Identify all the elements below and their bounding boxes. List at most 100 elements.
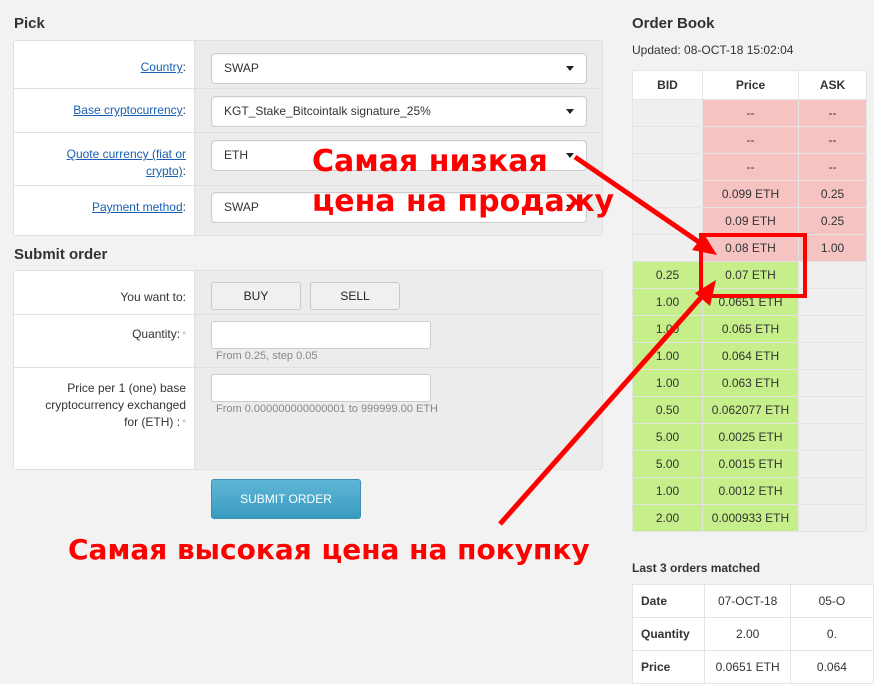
price-cell: -- <box>702 99 799 127</box>
order-book-row: 0.099 ETH 0.25 <box>632 180 867 208</box>
quote-label: Quote currency (fiat or crypto): <box>66 147 186 178</box>
country-select[interactable]: SWAP <box>211 53 587 84</box>
price-cell: 0.0012 ETH <box>702 477 799 505</box>
price-cell: 0.0015 ETH <box>702 450 799 478</box>
quantity-label-text: Quantity: <box>132 327 181 341</box>
want-row: You want to: BUY SELL <box>14 271 602 315</box>
annotation-lowest-sell-line1: Самая низкая <box>312 144 548 179</box>
price-label-line2: cryptocurrency exchanged <box>45 398 186 412</box>
price-label-line3: for (ETH) : <box>124 415 181 429</box>
price-input[interactable] <box>211 374 431 402</box>
price-cell: -- <box>702 126 799 154</box>
ask-cell: -- <box>798 99 867 127</box>
country-label: Country: <box>140 60 186 74</box>
chevron-down-icon <box>566 109 574 114</box>
last-orders-cell: 0.0651 ETH <box>704 650 791 684</box>
bid-cell: 0.25 <box>632 261 703 289</box>
buy-button[interactable]: BUY <box>211 282 301 310</box>
price-label: Price per 1 (one) base cryptocurrency exc… <box>16 380 186 432</box>
bid-cell <box>632 153 703 181</box>
ask-cell <box>798 261 867 289</box>
submit-order-heading: Submit order <box>14 246 108 263</box>
base-select[interactable]: KGT_Stake_Bitcointalk signature_25% <box>211 96 587 127</box>
ask-cell <box>798 315 867 343</box>
order-book-row: 5.00 0.0015 ETH <box>632 450 867 478</box>
quantity-label: Quantity: * <box>16 326 186 344</box>
base-cryptocurrency-link[interactable]: Base cryptocurrency <box>73 103 182 117</box>
order-book-body: -- -- -- -- -- -- 0.099 ETH 0.25 0.09 ETH 0.25 0.0… <box>632 99 867 532</box>
payment-label: Payment method: <box>91 200 186 214</box>
annotation-highest-buy: Самая высокая цена на покупку <box>68 533 590 566</box>
order-book-row: 1.00 0.0012 ETH <box>632 477 867 505</box>
bid-cell: 5.00 <box>632 423 703 451</box>
annotation-lowest-sell-line2: цена на продажу <box>312 184 615 219</box>
pick-heading: Pick <box>14 15 45 32</box>
bid-cell <box>632 99 703 127</box>
sell-button[interactable]: SELL <box>310 282 400 310</box>
quote-select-value: ETH <box>224 148 248 162</box>
price-cell: 0.000933 ETH <box>702 504 799 532</box>
order-book-updated: Updated: 08-OCT-18 15:02:04 <box>632 43 794 57</box>
bid-cell: 2.00 <box>632 504 703 532</box>
quantity-input[interactable] <box>211 321 431 349</box>
base-select-value: KGT_Stake_Bitcointalk signature_25% <box>224 104 431 118</box>
ask-cell <box>798 396 867 424</box>
ask-cell <box>798 288 867 316</box>
order-book-row: 0.50 0.062077 ETH <box>632 396 867 424</box>
submit-order-button[interactable]: SUBMIT ORDER <box>211 479 361 519</box>
order-book-row: 1.00 0.063 ETH <box>632 369 867 397</box>
ask-cell <box>798 342 867 370</box>
order-book-row: 5.00 0.0025 ETH <box>632 423 867 451</box>
bid-cell <box>632 207 703 235</box>
want-label: You want to: <box>120 290 186 304</box>
order-book-row: 1.00 0.065 ETH <box>632 315 867 343</box>
last-orders-cell: 0. <box>789 617 874 651</box>
bid-cell <box>632 126 703 154</box>
bid-cell: 5.00 <box>632 450 703 478</box>
order-book-row: -- -- <box>632 99 867 127</box>
payment-link[interactable]: Payment method <box>92 200 183 214</box>
last-orders-row-label: Quantity <box>631 617 706 651</box>
price-cell: 0.062077 ETH <box>702 396 799 424</box>
ask-cell: 0.25 <box>798 180 867 208</box>
payment-select-value: SWAP <box>224 200 259 214</box>
price-cell: 0.09 ETH <box>702 207 799 235</box>
price-cell: 0.07 ETH <box>702 261 799 289</box>
ask-cell: -- <box>798 153 867 181</box>
required-mark: * <box>182 418 186 429</box>
price-cell: 0.0651 ETH <box>702 288 799 316</box>
last-orders-table: Date 07-OCT-18 05-O Quantity 2.00 0. Price 0.06… <box>631 584 874 684</box>
ask-cell: -- <box>798 126 867 154</box>
country-select-value: SWAP <box>224 61 259 75</box>
last-orders-cell: 2.00 <box>704 617 791 651</box>
order-book-row: 0.08 ETH 1.00 <box>632 234 867 262</box>
price-cell: 0.063 ETH <box>702 369 799 397</box>
order-book-row: -- -- <box>632 126 867 154</box>
last-orders-row-label: Date <box>631 584 706 618</box>
bid-cell: 0.50 <box>632 396 703 424</box>
last-orders-body: Date 07-OCT-18 05-O Quantity 2.00 0. Price 0.06… <box>631 584 874 684</box>
quantity-row: Quantity: * From 0.25, step 0.05 <box>14 315 602 368</box>
ask-cell <box>798 504 867 532</box>
last-orders-row: Quantity 2.00 0. <box>631 617 874 651</box>
ask-cell: 0.25 <box>798 207 867 235</box>
quote-link-line2[interactable]: crypto) <box>146 164 183 178</box>
price-header: Price <box>702 70 799 100</box>
order-book-row: 1.00 0.0651 ETH <box>632 288 867 316</box>
country-link[interactable]: Country <box>141 60 183 74</box>
chevron-down-icon <box>566 66 574 71</box>
base-row: Base cryptocurrency: KGT_Stake_Bitcointa… <box>14 89 602 133</box>
ask-cell <box>798 369 867 397</box>
ask-header: ASK <box>798 70 867 100</box>
ask-cell: 1.00 <box>798 234 867 262</box>
price-cell: 0.0025 ETH <box>702 423 799 451</box>
bid-cell: 1.00 <box>632 369 703 397</box>
annotation-lowest-sell: Самая низкая цена на продажу <box>312 142 614 222</box>
last-orders-cell: 05-O <box>789 584 874 618</box>
quote-link-line1[interactable]: Quote currency (fiat or <box>67 147 186 161</box>
last-orders-heading: Last 3 orders matched <box>632 561 761 575</box>
last-orders-row-label: Price <box>631 650 706 684</box>
bid-cell <box>632 234 703 262</box>
bid-cell: 1.00 <box>632 342 703 370</box>
bid-cell <box>632 180 703 208</box>
